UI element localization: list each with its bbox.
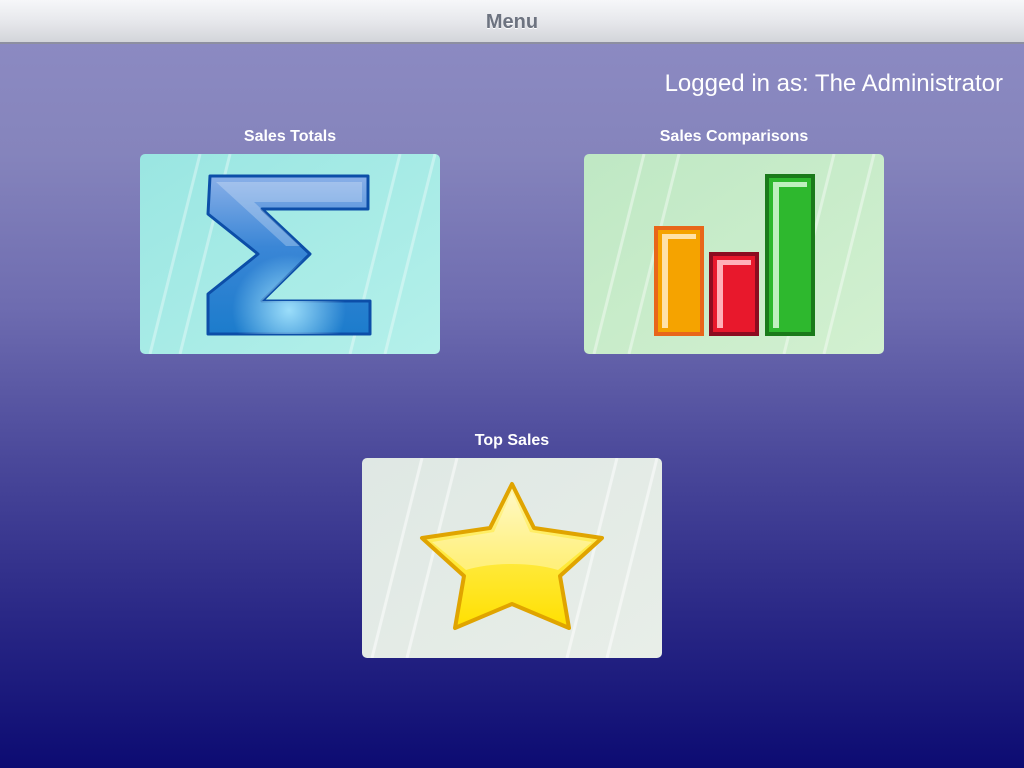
tile-sales-comparisons: Sales Comparisons [584,126,884,354]
bar-chart-icon [584,154,884,354]
tile-sales-totals: Sales Totals [140,126,440,354]
navbar-title: Menu [485,11,539,33]
star-icon [362,458,662,658]
sigma-icon [140,154,440,354]
login-status: Logged in as: The Administrator [664,70,1003,97]
navigation-bar: Menu [0,0,1024,44]
tile-label-top-sales: Top Sales [474,432,550,449]
tile-label-sales-comparisons: Sales Comparisons [659,128,809,145]
top-sales-button[interactable] [362,458,662,658]
sales-comparisons-button[interactable] [584,154,884,354]
tile-top-sales: Top Sales [362,430,662,658]
sales-totals-button[interactable] [140,154,440,354]
tile-label-sales-totals: Sales Totals [243,128,337,145]
